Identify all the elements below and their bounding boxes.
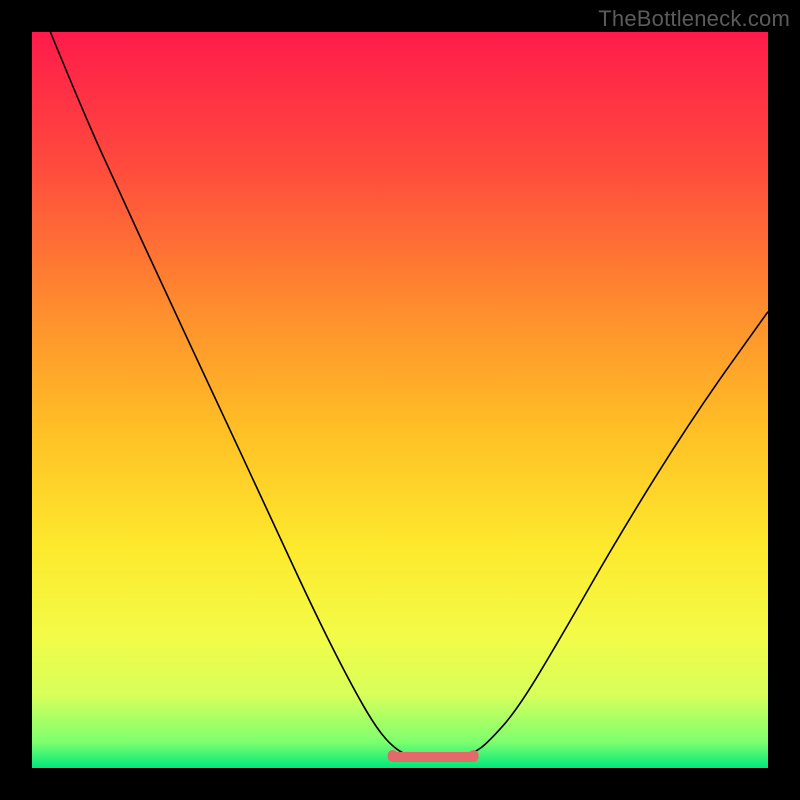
watermark-text: TheBottleneck.com [598,6,790,32]
plot-background [32,32,768,768]
chart-container: { "watermark": "TheBottleneck.com", "cha… [0,0,800,800]
bottleneck-chart [0,0,800,800]
